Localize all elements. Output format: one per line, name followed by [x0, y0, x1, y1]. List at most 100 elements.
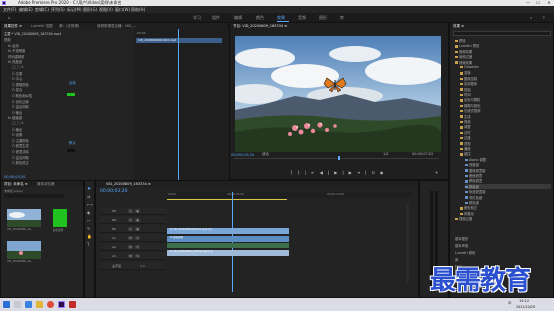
effects-tree-item[interactable]: 时间: [460, 92, 551, 97]
windows-start-icon[interactable]: [3, 301, 10, 308]
effect-row[interactable]: fx 超级键: [8, 115, 22, 120]
file-explorer-icon[interactable]: [36, 301, 43, 308]
effects-tree-item[interactable]: 非红色键: [465, 195, 551, 200]
mute-button[interactable]: M: [128, 236, 133, 240]
solo-button[interactable]: S: [135, 245, 140, 249]
export-frame-icon[interactable]: ◉: [380, 170, 389, 175]
workspace-color[interactable]: 颜色: [256, 13, 264, 22]
effects-tree-item[interactable]: 过时: [460, 130, 551, 135]
effect-row[interactable]: Ö 位置: [12, 71, 22, 76]
ripple-edit-icon[interactable]: ⟷: [87, 202, 93, 207]
audio-clip[interactable]: [167, 243, 289, 248]
track-header[interactable]: A2 M S: [100, 243, 166, 251]
menu-file[interactable]: 文件(F): [3, 6, 16, 13]
toggle-output-icon[interactable]: ◉: [135, 218, 140, 222]
menu-window[interactable]: 窗口(W): [115, 6, 130, 13]
tab-sequence[interactable]: VID_20200809_163334 ≡: [106, 181, 151, 187]
track-header[interactable]: V3 ⌂ ◉: [100, 207, 166, 215]
output-value[interactable]: 合成: [69, 80, 76, 85]
effects-tree-item[interactable]: 视频: [460, 119, 551, 124]
effects-tree-item[interactable]: 过渡: [460, 135, 551, 140]
add-button-icon[interactable]: +: [435, 170, 438, 175]
chrome-icon[interactable]: [47, 301, 54, 308]
project-search-input[interactable]: [4, 194, 64, 198]
effects-tree-item[interactable]: Lumetri 预设: [455, 43, 551, 48]
program-scrub-bar[interactable]: [234, 158, 439, 159]
mute-button[interactable]: M: [128, 245, 133, 249]
effects-tree-item[interactable]: 颜色校正: [460, 205, 551, 210]
effects-tree-item[interactable]: 扭曲: [460, 87, 551, 92]
toggle-sync-icon[interactable]: ⌂: [128, 227, 133, 231]
effect-row[interactable]: Ö 遮罩生成: [12, 143, 29, 148]
toggle-output-icon[interactable]: ◉: [135, 209, 140, 213]
taskbar-time[interactable]: 19:12: [519, 299, 529, 303]
effect-row[interactable]: Ö 主要颜色: [12, 138, 29, 143]
tab-effects[interactable]: 效果 ≡: [453, 23, 464, 29]
timeline-clip[interactable]: fx 颜色遮罩: [167, 236, 289, 242]
work-area-bar[interactable]: [167, 199, 287, 200]
effects-tree-item[interactable]: 轨道遮罩键: [465, 189, 551, 194]
input-language[interactable]: 中: [508, 301, 512, 306]
menu-help[interactable]: 帮助(H): [131, 6, 145, 13]
panel-tab[interactable]: Lumetri 颜色: [455, 250, 475, 255]
track-header[interactable]: A3 M S: [100, 252, 166, 260]
project-thumb-3[interactable]: [7, 241, 41, 259]
toggle-output-icon[interactable]: ◉: [135, 227, 140, 231]
effect-row[interactable]: Ö 颜色校正: [12, 160, 29, 165]
app-taskbar-icon[interactable]: [69, 301, 76, 308]
step-forward-icon[interactable]: |▶: [342, 170, 356, 175]
search-taskbar-icon[interactable]: [14, 301, 21, 308]
effects-tree-item[interactable]: 通道: [460, 146, 551, 151]
effects-tree-item[interactable]: 视频效果: [455, 60, 551, 65]
menu-graphics[interactable]: 图形(G): [83, 6, 97, 13]
main-color-swatch[interactable]: [67, 149, 75, 152]
premiere-taskbar-icon[interactable]: [58, 301, 65, 308]
solo-button[interactable]: S: [135, 254, 140, 258]
effects-tree-item[interactable]: 变换: [460, 70, 551, 75]
effects-tree-item[interactable]: 调整: [460, 124, 551, 129]
mini-timeline-clip[interactable]: VID_20200809161622.mp4: [136, 38, 222, 43]
effect-row[interactable]: 时间重映射: [8, 54, 24, 59]
workspace-learn[interactable]: 学习: [193, 13, 201, 22]
effect-row[interactable]: Ö 提取颜色: [12, 82, 29, 87]
effect-row[interactable]: Ö 混合: [12, 87, 22, 92]
mute-button[interactable]: M: [128, 254, 133, 258]
lift-icon[interactable]: ⊡: [371, 170, 379, 175]
tab-program[interactable]: 节目: VID_20200809_163334 ≡: [233, 23, 287, 29]
mark-out-icon[interactable]: }: [298, 170, 306, 175]
effects-tree-item[interactable]: 差值遮罩: [465, 173, 551, 178]
go-to-in-icon[interactable]: |⇤: [305, 170, 320, 175]
home-icon[interactable]: ⌂: [8, 13, 11, 22]
menu-edit[interactable]: 编辑(E): [19, 6, 33, 13]
effects-tree-item[interactable]: 风格化: [460, 211, 551, 216]
effect-row[interactable]: Ö 输出: [12, 127, 22, 132]
program-playhead[interactable]: [338, 156, 340, 160]
share-icon[interactable]: ⇪: [542, 13, 545, 22]
track-select-icon[interactable]: ⇉: [87, 194, 90, 199]
project-thumb-1[interactable]: [7, 209, 41, 227]
workspace-assembly[interactable]: 组件: [212, 13, 220, 22]
taskbar-date[interactable]: 2021/10/29: [516, 305, 535, 309]
selection-tool-icon[interactable]: ➤: [87, 186, 91, 192]
effects-tree-item[interactable]: Alpha 调整: [465, 157, 551, 162]
menu-marker[interactable]: 标记(M): [67, 6, 82, 13]
timeline-clip[interactable]: fx VID_20200809_163334.mp4 [V]: [167, 250, 289, 256]
panel-tab[interactable]: 基本图形: [455, 236, 468, 241]
effect-row[interactable]: Ö 输出: [12, 110, 22, 115]
effect-row[interactable]: fx 不透明度: [8, 48, 25, 53]
quality-dropdown[interactable]: 1/2: [383, 152, 389, 156]
effect-row[interactable]: Ö 羽化边缘: [12, 99, 29, 104]
type-tool-icon[interactable]: T: [87, 242, 89, 247]
effects-tree-item[interactable]: 颜色键: [465, 200, 551, 205]
menu-sequence[interactable]: 序列(S): [51, 6, 65, 13]
effects-tree-item[interactable]: 图像控制: [460, 76, 551, 81]
effects-tree-item[interactable]: 实用程序: [460, 81, 551, 86]
mark-in-icon[interactable]: {: [290, 170, 298, 175]
effect-row[interactable]: Ö 颜色相似性: [12, 93, 32, 98]
menu-clip[interactable]: 剪辑(C): [35, 6, 49, 13]
toggle-sync-icon[interactable]: ⌂: [128, 218, 133, 222]
effects-tree-item[interactable]: 生成: [460, 114, 551, 119]
edge-icon[interactable]: [25, 301, 32, 308]
effects-tree-item[interactable]: 沉浸式视频: [460, 108, 551, 113]
workspace-libraries[interactable]: 库: [340, 13, 344, 22]
